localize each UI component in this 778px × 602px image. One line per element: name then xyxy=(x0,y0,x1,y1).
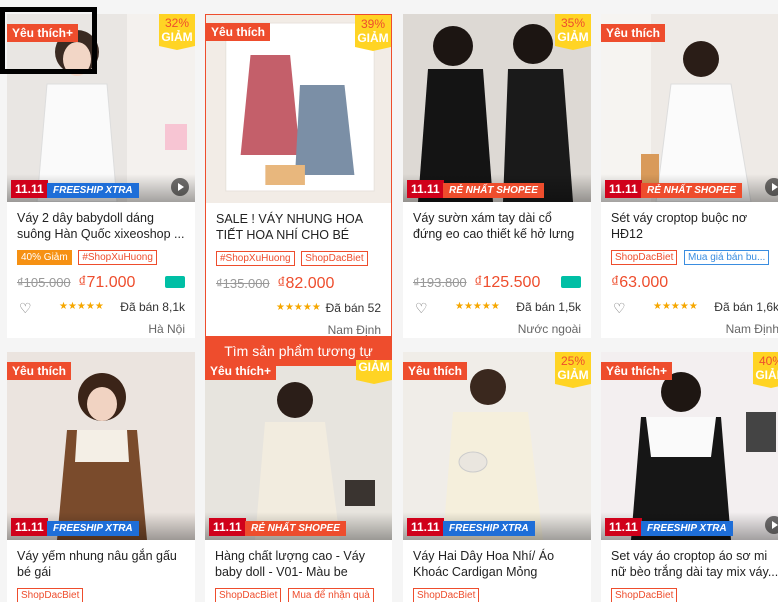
discount-badge: GIẢM xyxy=(356,360,392,384)
product-title: Set váy áo croptop áo sơ mi nữ bèo trắng… xyxy=(611,549,778,579)
product-title: Váy yếm nhung nâu gắn gấu bé gái xyxy=(17,549,177,579)
rating-stars: ★★★★★ xyxy=(653,301,698,312)
shop-tag: ShopDacBiet xyxy=(17,588,84,602)
sale-price: ₫71.000 xyxy=(78,274,136,291)
promo-strip: 11.11 FREESHIP XTRA xyxy=(7,174,195,202)
promo-label: FREESHIP XTRA xyxy=(47,521,139,536)
promo-strip: 11.11 RẺ NHẤT SHOPEE xyxy=(403,174,591,202)
original-price: ₫105.000 xyxy=(17,275,71,290)
shop-tag: ShopDacBiet xyxy=(301,251,368,266)
original-price: ₫135.000 xyxy=(216,276,270,291)
favorite-tag: Yêu thích xyxy=(403,362,468,380)
discount-badge: 39% GIẢM xyxy=(355,15,391,51)
shop-tag: ShopDacBiet xyxy=(215,588,282,602)
product-image[interactable]: Yêu thích 11.11 FREESHIP XTRA xyxy=(7,352,195,540)
product-card[interactable]: Yêu thích 25% GIẢM 11.11 FREESHIP XTRA V… xyxy=(403,352,591,602)
promo-strip: 11.11 RẺ NHẤT SHOPEE xyxy=(601,174,778,202)
sold-count: Đã bán 8,1k xyxy=(120,300,185,314)
shop-tag: #ShopXuHuong xyxy=(216,251,295,266)
promo-label: FREESHIP XTRA xyxy=(47,183,139,198)
original-price: ₫193.800 xyxy=(413,275,467,290)
promo-label: RẺ NHẤT SHOPEE xyxy=(641,183,742,198)
shop-tag: ShopDacBiet xyxy=(611,588,678,602)
discount-badge: 32% GIẢM xyxy=(159,14,195,50)
promo-strip: 11.11 FREESHIP XTRA xyxy=(601,512,778,540)
sale-price: ₫82.000 xyxy=(277,275,335,292)
play-icon[interactable] xyxy=(171,178,189,196)
freeship-icon xyxy=(165,276,185,288)
product-title: SALE ! VÁY NHUNG HOA TIẾT HOA NHÍ CHO BÉ… xyxy=(216,212,363,242)
favorite-tag: Yêu thích xyxy=(601,24,666,42)
product-card[interactable]: Yêu thích+ GIẢM 11.11 RẺ NHẤT SHOPEE Hàn… xyxy=(205,360,392,602)
shop-tag: ShopDacBiet xyxy=(413,588,480,602)
product-image[interactable]: 35% GIẢM 11.11 RẺ NHẤT SHOPEE xyxy=(403,14,591,202)
product-image[interactable]: Yêu thích 25% GIẢM 11.11 FREESHIP XTRA xyxy=(403,352,591,540)
product-image[interactable]: Yêu thích+ 40% GIẢM 11.11 FREESHIP XTRA xyxy=(601,352,778,540)
promo-tag: Mua để nhận quà xyxy=(288,588,374,602)
promo-strip: 11.11 RẺ NHẤT SHOPEE xyxy=(205,512,392,540)
promo-1111: 11.11 xyxy=(407,180,444,198)
favorite-tag: Yêu thích+ xyxy=(205,362,277,380)
promo-strip: 11.11 FREESHIP XTRA xyxy=(7,512,195,540)
promo-label: RẺ NHẤT SHOPEE xyxy=(443,183,544,198)
sold-count: Đã bán 1,6k xyxy=(714,300,778,314)
selection-highlight xyxy=(0,7,97,74)
product-title: Váy sườn xám tay dài cổ đứng eo cao thiế… xyxy=(413,211,575,241)
product-card[interactable]: Yêu thích 11.11 RẺ NHẤT SHOPEE Sét váy c… xyxy=(601,14,778,338)
rating-stars: ★★★★★ xyxy=(455,301,500,312)
play-icon[interactable] xyxy=(765,178,778,196)
product-card[interactable]: Yêu thích 11.11 FREESHIP XTRA Váy yếm nh… xyxy=(7,352,195,602)
promo-1111: 11.11 xyxy=(11,180,48,198)
promo-1111: 11.11 xyxy=(11,518,48,536)
promo-label: RẺ NHẤT SHOPEE xyxy=(245,521,346,536)
favorite-tag: Yêu thích+ xyxy=(601,362,673,380)
discount-badge: 35% GIẢM xyxy=(555,14,591,50)
product-title: Sét váy croptop buộc nơ HĐ12 xyxy=(611,211,748,241)
location: Hà Nội xyxy=(148,322,185,336)
promo-1111: 11.11 xyxy=(407,518,444,536)
sale-price: ₫125.500 xyxy=(474,274,541,291)
promo-1111: 11.11 xyxy=(209,518,246,536)
favorite-tag: Yêu thích xyxy=(7,362,72,380)
rating-stars: ★★★★★ xyxy=(59,301,104,312)
location: Nam Định xyxy=(327,323,381,337)
product-image[interactable]: Yêu thích 39% GIẢM xyxy=(206,15,391,203)
product-title: Váy 2 dây babydoll dáng suông Hàn Quốc x… xyxy=(17,211,185,241)
promo-label: FREESHIP XTRA xyxy=(443,521,535,536)
product-title: Hàng chất lượng cao - Váy baby doll - V0… xyxy=(215,549,365,579)
rating-stars: ★★★★★ xyxy=(276,302,321,313)
discount-badge: 40% GIẢM xyxy=(753,352,778,388)
heart-icon[interactable]: ♡ xyxy=(415,300,428,317)
favorite-tag: Yêu thích xyxy=(206,23,271,41)
product-card[interactable]: 35% GIẢM 11.11 RẺ NHẤT SHOPEE Váy sườn x… xyxy=(403,14,591,338)
product-title: Váy Hai Dây Hoa Nhí/ Áo Khoác Cardigan M… xyxy=(413,549,555,579)
promo-strip: 11.11 FREESHIP XTRA xyxy=(403,512,591,540)
heart-icon[interactable]: ♡ xyxy=(19,300,32,317)
product-card[interactable]: Yêu thích+ 40% GIẢM 11.11 FREESHIP XTRA … xyxy=(601,352,778,602)
sold-count: Đã bán 1,5k xyxy=(516,300,581,314)
location: Nam Định xyxy=(725,322,778,336)
product-image[interactable]: Yêu thích 11.11 RẺ NHẤT SHOPEE xyxy=(601,14,778,202)
promo-1111: 11.11 xyxy=(605,518,642,536)
play-icon[interactable] xyxy=(765,516,778,534)
discount-tag: 40% Giảm xyxy=(17,250,72,265)
discount-badge: 25% GIẢM xyxy=(555,352,591,388)
promo-label: FREESHIP XTRA xyxy=(641,521,733,536)
heart-icon[interactable]: ♡ xyxy=(613,300,626,317)
shop-tag: ShopDacBiet xyxy=(611,250,678,265)
sale-price: ₫63.000 xyxy=(611,274,669,291)
shop-tag: #ShopXuHuong xyxy=(78,250,157,265)
product-card[interactable]: Yêu thích 39% GIẢM SALE ! VÁY NHUNG HOA … xyxy=(205,14,392,366)
sold-count: Đã bán 52 xyxy=(325,301,381,315)
promo-1111: 11.11 xyxy=(605,180,642,198)
product-image[interactable]: Yêu thích+ GIẢM 11.11 RẺ NHẤT SHOPEE xyxy=(205,360,392,540)
location: Nước ngoài xyxy=(517,322,581,336)
freeship-icon xyxy=(561,276,581,288)
promo-tag: Mua giá bán bu... xyxy=(684,250,770,265)
